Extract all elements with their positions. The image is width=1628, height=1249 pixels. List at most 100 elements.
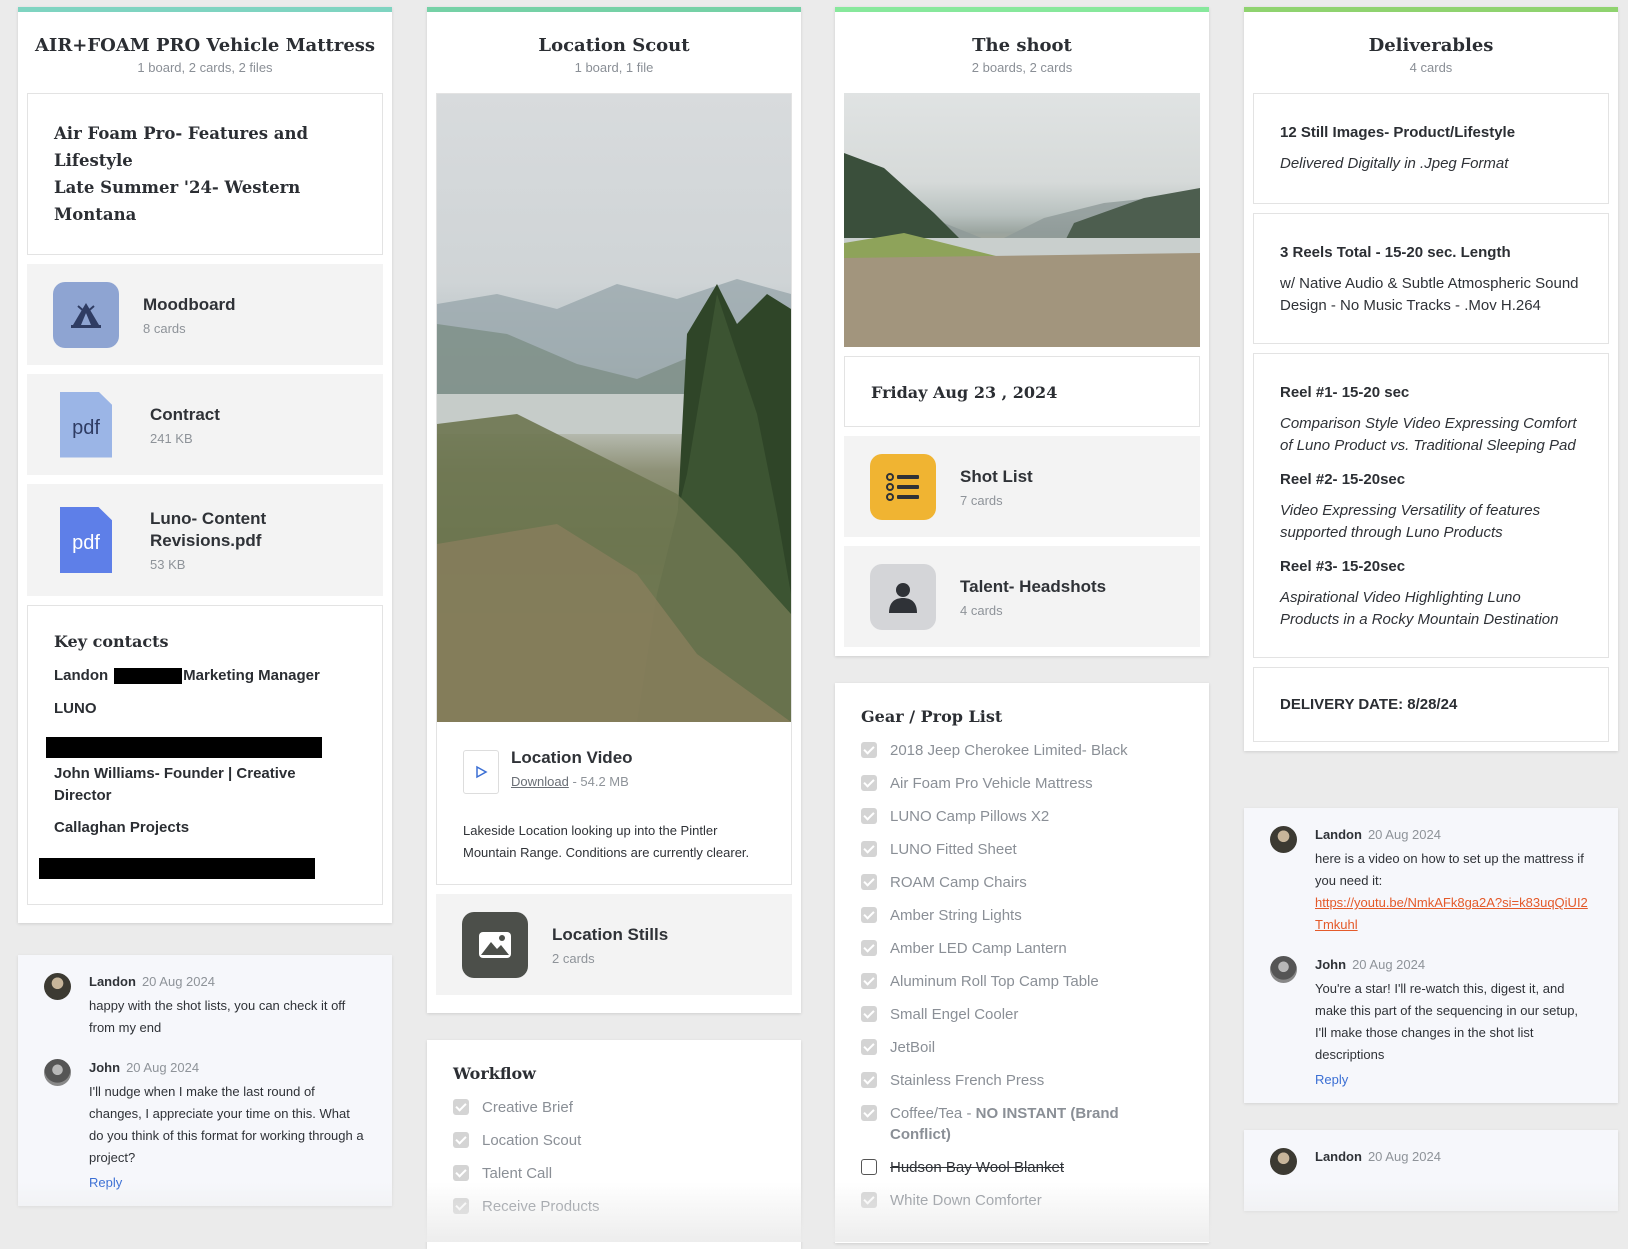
moodboard-count: 8 cards — [143, 320, 186, 336]
checklist-item[interactable]: LUNO Fitted Sheet — [861, 839, 1183, 860]
checkbox-checked[interactable] — [861, 808, 877, 824]
play-icon — [463, 750, 499, 794]
checklist-item[interactable]: Creative Brief — [453, 1097, 775, 1118]
checkbox-checked[interactable] — [861, 1105, 877, 1121]
deliverable-card[interactable]: 12 Still Images- Product/Lifestyle Deliv… — [1253, 93, 1609, 204]
checklist-item[interactable]: ROAM Camp Chairs — [861, 872, 1183, 893]
talent-headshots-title: Talent- Headshots — [960, 576, 1107, 596]
checkbox-checked[interactable] — [861, 1192, 877, 1208]
checkbox-checked[interactable] — [861, 1006, 877, 1022]
checkbox-checked[interactable] — [861, 742, 877, 758]
shot-list-card[interactable]: Shot List 7 cards — [844, 436, 1200, 537]
board-panel: The shoot 2 boards, 2 cards Friday Aug 2… — [835, 7, 1209, 656]
revisions-file-card[interactable]: pdf Luno- Content Revisions.pdf 53 KB — [27, 484, 383, 596]
talent-headshots-count: 4 cards — [960, 602, 1003, 618]
checkbox-unchecked[interactable] — [861, 1159, 877, 1175]
checklist-item[interactable]: 2018 Jeep Cherokee Limited- Black — [861, 740, 1183, 761]
board-title[interactable]: Location Scout — [437, 34, 791, 58]
delivery-date-card[interactable]: DELIVERY DATE: 8/28/24 — [1253, 667, 1609, 742]
intro-line-2: Late Summer '24- Western Montana — [54, 178, 301, 224]
list-icon — [870, 453, 936, 520]
lake-image-card[interactable] — [844, 93, 1200, 347]
reel-title: Reel #1- 15-20 sec — [1280, 384, 1410, 401]
key-contacts-card[interactable]: Key contacts Landon Marketing Manager LU… — [27, 605, 383, 905]
checklist-item[interactable]: Small Engel Cooler — [861, 1004, 1183, 1025]
gear-prop-checklist: Gear / Prop List 2018 Jeep Cherokee Limi… — [835, 683, 1209, 1243]
checkbox-checked[interactable] — [453, 1132, 469, 1148]
workflow-checklist: Workflow Creative Brief Location Scout T… — [427, 1040, 801, 1249]
workflow-heading: Workflow — [453, 1064, 536, 1083]
checklist-item[interactable]: Amber String Lights — [861, 905, 1183, 926]
contract-title: Contract — [150, 404, 220, 424]
checkbox-checked[interactable] — [453, 1165, 469, 1181]
checklist-item[interactable]: LUNO Camp Pillows X2 — [861, 806, 1183, 827]
board-subtitle: 2 boards, 2 cards — [971, 60, 1073, 75]
board-subtitle: 1 board, 1 file — [574, 60, 654, 75]
contact-1-company: LUNO — [54, 700, 97, 717]
column-the-shoot: The shoot 2 boards, 2 cards Friday Aug 2… — [835, 7, 1209, 1243]
checklist-item[interactable]: Coffee/Tea - NO INSTANT (Brand Conflict) — [861, 1103, 1183, 1145]
reply-link[interactable]: Reply — [1315, 1072, 1592, 1087]
comment-author: Landon — [1315, 827, 1362, 842]
comment-text: You're a star! I'll re-watch this, diges… — [1315, 981, 1579, 1062]
checklist-item[interactable]: White Down Comforter — [861, 1190, 1183, 1211]
checklist-item[interactable]: Amber LED Camp Lantern — [861, 938, 1183, 959]
revisions-size: 53 KB — [150, 557, 186, 572]
video-card[interactable]: Location Video Download - 54.2 MB Lakesi… — [436, 93, 792, 885]
shot-list-count: 7 cards — [960, 492, 1003, 508]
checklist-item[interactable]: Stainless French Press — [861, 1070, 1183, 1091]
comment-author: Landon — [1315, 1149, 1362, 1164]
redaction-bar — [39, 858, 315, 879]
pdf-file-icon: pdf — [60, 391, 112, 458]
comment-date: 20 Aug 2024 — [141, 974, 215, 989]
location-stills-title: Location Stills — [552, 924, 669, 944]
board-title[interactable]: AIR+FOAM PRO Vehicle Mattress — [28, 34, 382, 58]
download-link[interactable]: Download — [511, 774, 569, 789]
checkbox-checked[interactable] — [861, 1072, 877, 1088]
deliverable-card[interactable]: 3 Reels Total - 15-20 sec. Length w/ Nat… — [1253, 213, 1609, 344]
reel-title: Reel #2- 15-20sec — [1280, 471, 1406, 488]
location-stills-card[interactable]: Location Stills 2 cards — [436, 894, 792, 995]
key-contacts-heading: Key contacts — [54, 632, 169, 651]
reels-card[interactable]: Reel #1- 15-20 sec Comparison Style Vide… — [1253, 353, 1609, 658]
checklist-item[interactable]: Location Scout — [453, 1130, 775, 1151]
talent-headshots-card[interactable]: Talent- Headshots 4 cards — [844, 546, 1200, 647]
shoot-date-card[interactable]: Friday Aug 23 , 2024 — [844, 356, 1200, 427]
avatar — [1270, 956, 1297, 983]
checkbox-checked[interactable] — [861, 841, 877, 857]
checkbox-checked[interactable] — [861, 940, 877, 956]
reply-link[interactable]: Reply — [89, 1175, 366, 1190]
checklist-item[interactable]: Receive Products — [453, 1196, 775, 1217]
checkbox-checked[interactable] — [453, 1099, 469, 1115]
checklist-item[interactable]: Aluminum Roll Top Camp Table — [861, 971, 1183, 992]
contract-size: 241 KB — [150, 430, 193, 446]
video-size: - 54.2 MB — [572, 774, 629, 789]
contract-file-card[interactable]: pdf Contract 241 KB — [27, 374, 383, 475]
checklist-item[interactable]: Hudson Bay Wool Blanket — [861, 1157, 1183, 1178]
checklist-item[interactable]: Talent Call — [453, 1163, 775, 1184]
comment: John 20 Aug 2024 You're a star! I'll re-w… — [1270, 956, 1592, 1087]
board-title[interactable]: The shoot — [845, 34, 1199, 58]
board-title[interactable]: Deliverables — [1254, 34, 1608, 58]
video-preview-image[interactable] — [437, 94, 791, 722]
location-stills-count: 2 cards — [552, 950, 595, 966]
checklist-item[interactable]: JetBoil — [861, 1037, 1183, 1058]
checkbox-checked[interactable] — [861, 973, 877, 989]
comment-text: happy with the shot lists, you can check… — [89, 998, 346, 1035]
checkbox-checked[interactable] — [861, 874, 877, 890]
avatar — [44, 1059, 71, 1086]
pdf-file-icon: pdf — [60, 507, 112, 573]
checkbox-checked[interactable] — [861, 907, 877, 923]
youtube-link[interactable]: https://youtu.be/NmkAFk8ga2A?si=k83uqQiU… — [1315, 892, 1592, 936]
checkbox-checked[interactable] — [861, 775, 877, 791]
board-subtitle: 1 board, 2 cards, 2 files — [137, 60, 273, 75]
comment-text: I'll nudge when I make the last round of… — [89, 1084, 364, 1165]
checkbox-checked[interactable] — [453, 1198, 469, 1214]
moodboard-card[interactable]: Moodboard 8 cards — [27, 264, 383, 365]
avatar — [1270, 826, 1297, 853]
intro-card[interactable]: Air Foam Pro- Features and Lifestyle Lat… — [27, 93, 383, 255]
checkbox-checked[interactable] — [861, 1039, 877, 1055]
checklist-item[interactable]: Air Foam Pro Vehicle Mattress — [861, 773, 1183, 794]
avatar — [1270, 1148, 1297, 1175]
board-panel: Location Scout 1 board, 1 file Location … — [427, 7, 801, 1013]
